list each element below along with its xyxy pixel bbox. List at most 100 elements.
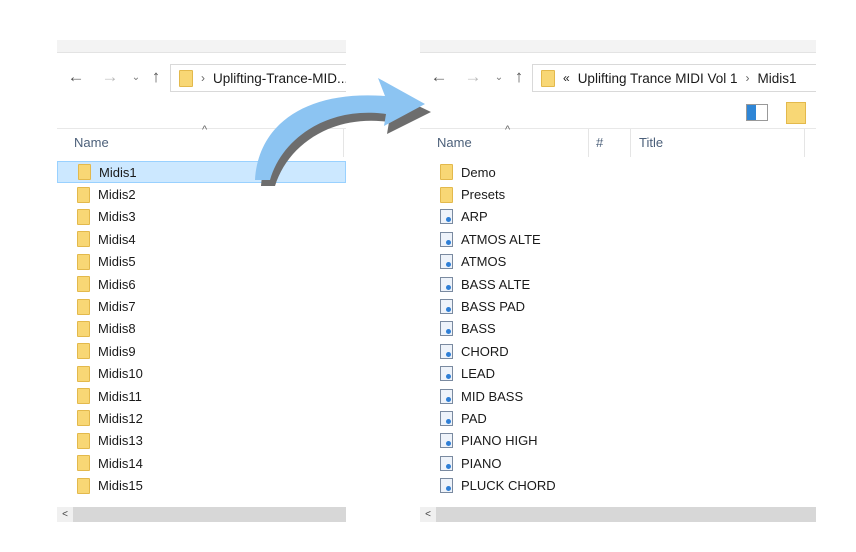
scroll-left-icon[interactable]: < xyxy=(57,507,73,522)
left-explorer-window: ← → ⌄ ↑ › Uplifting-Trance-MID... ^ Name… xyxy=(57,40,346,522)
midi-file-icon xyxy=(440,366,453,382)
list-item[interactable]: ATMOS ALTE xyxy=(420,228,816,250)
list-item[interactable]: Demo xyxy=(420,161,816,183)
up-icon[interactable]: ↑ xyxy=(508,67,530,87)
list-item[interactable]: Midis9 xyxy=(57,340,346,362)
item-label: Midis3 xyxy=(98,209,136,225)
item-label: Midis4 xyxy=(98,231,136,247)
breadcrumb-item[interactable]: Uplifting Trance MIDI Vol 1 xyxy=(578,71,738,86)
list-item[interactable]: ARP xyxy=(420,206,816,228)
list-item[interactable]: Midis3 xyxy=(57,206,346,228)
list-item[interactable]: Midis14 xyxy=(57,452,346,474)
scroll-left-icon[interactable]: < xyxy=(420,507,436,522)
list-item[interactable]: PLUCK CHORD xyxy=(420,474,816,496)
sort-icon: ^ xyxy=(202,124,208,136)
breadcrumb-item[interactable]: Uplifting-Trance-MID... xyxy=(213,71,346,86)
list-item[interactable]: PAD xyxy=(420,407,816,429)
horizontal-scrollbar[interactable]: < xyxy=(420,507,816,522)
right-explorer-window: ← → ⌄ ↑ « Uplifting Trance MIDI Vol 1 › … xyxy=(420,40,816,522)
list-item[interactable]: Midis4 xyxy=(57,228,346,250)
list-item[interactable]: ATMOS xyxy=(420,251,816,273)
midi-file-icon xyxy=(440,478,453,494)
midi-file-icon xyxy=(440,388,453,404)
midi-file-icon xyxy=(440,410,453,426)
midi-file-icon xyxy=(440,276,453,292)
folder-icon xyxy=(77,343,90,360)
list-item[interactable]: BASS ALTE xyxy=(420,273,816,295)
folder-icon xyxy=(179,69,193,87)
list-item[interactable]: Midis11 xyxy=(57,385,346,407)
folder-icon xyxy=(77,365,90,382)
list-item[interactable]: Midis5 xyxy=(57,251,346,273)
ribbon-strip xyxy=(57,40,346,53)
list-item[interactable]: Midis6 xyxy=(57,273,346,295)
recent-locations-icon[interactable]: ⌄ xyxy=(490,72,508,83)
list-item[interactable]: PIANO xyxy=(420,452,816,474)
list-item[interactable]: Midis13 xyxy=(57,430,346,452)
item-label: Midis11 xyxy=(98,388,142,404)
midi-file-icon xyxy=(440,321,453,337)
item-label: PLUCK CHORD xyxy=(461,478,556,494)
item-label: Midis9 xyxy=(98,343,136,359)
up-icon[interactable]: ↑ xyxy=(145,67,167,87)
item-label: Midis5 xyxy=(98,254,136,270)
address-bar[interactable]: › Uplifting-Trance-MID... xyxy=(170,64,346,92)
list-item[interactable]: Midis15 xyxy=(57,474,346,496)
item-label: BASS xyxy=(461,321,496,337)
folder-icon xyxy=(77,253,90,270)
item-label: LEAD xyxy=(461,366,495,382)
list-item[interactable]: Presets xyxy=(420,183,816,205)
back-icon[interactable]: ← xyxy=(65,67,87,87)
list-item[interactable]: LEAD xyxy=(420,363,816,385)
list-item[interactable]: BASS PAD xyxy=(420,295,816,317)
midi-file-icon xyxy=(440,254,453,270)
list-item[interactable]: BASS xyxy=(420,318,816,340)
midi-file-icon xyxy=(440,299,453,315)
list-item[interactable]: Midis12 xyxy=(57,407,346,429)
file-list: Demo Presets ARP ATMOS ALTE ATMOS BASS ALTE BA… xyxy=(420,161,816,497)
list-item[interactable]: Midis8 xyxy=(57,318,346,340)
breadcrumb-item[interactable]: Midis1 xyxy=(758,71,797,86)
list-item[interactable]: Midis1 xyxy=(57,161,346,184)
overflow-chevron[interactable]: « xyxy=(563,71,570,85)
sort-icon: ^ xyxy=(505,124,511,136)
folder-icon xyxy=(77,231,90,248)
item-label: Midis15 xyxy=(98,478,143,494)
item-label: ARP xyxy=(461,209,488,225)
folder-icon xyxy=(77,388,90,405)
forward-icon[interactable]: → xyxy=(462,67,484,87)
forward-icon[interactable]: → xyxy=(99,67,121,87)
details-pane-icon[interactable] xyxy=(786,102,806,124)
list-item[interactable]: Midis7 xyxy=(57,295,346,317)
horizontal-scrollbar[interactable]: < xyxy=(57,507,346,522)
list-item[interactable]: PIANO HIGH xyxy=(420,430,816,452)
midi-file-icon xyxy=(440,455,453,471)
item-label: Midis10 xyxy=(98,366,143,382)
item-label: Midis2 xyxy=(98,187,136,203)
folder-icon xyxy=(77,432,90,449)
back-icon[interactable]: ← xyxy=(428,67,450,87)
folder-icon xyxy=(77,477,90,494)
column-name[interactable]: Name xyxy=(74,135,109,150)
item-label: BASS PAD xyxy=(461,299,526,315)
column-title[interactable]: Title xyxy=(639,135,663,150)
address-bar[interactable]: « Uplifting Trance MIDI Vol 1 › Midis1 xyxy=(532,64,816,92)
list-item[interactable]: CHORD xyxy=(420,340,816,362)
folder-icon xyxy=(77,208,90,225)
recent-locations-icon[interactable]: ⌄ xyxy=(127,72,145,83)
item-label: Midis7 xyxy=(98,299,136,315)
list-item[interactable]: MID BASS xyxy=(420,385,816,407)
column-name[interactable]: Name xyxy=(437,135,472,150)
list-item[interactable]: Midis10 xyxy=(57,363,346,385)
preview-pane-icon[interactable] xyxy=(746,104,768,121)
item-label: Midis12 xyxy=(98,410,143,426)
folder-icon xyxy=(77,186,90,203)
folder-icon xyxy=(77,320,90,337)
column-number[interactable]: # xyxy=(596,135,603,150)
folder-icon xyxy=(77,276,90,293)
item-label: Midis6 xyxy=(98,276,136,292)
list-item[interactable]: Midis2 xyxy=(57,183,346,205)
item-label: Demo xyxy=(461,164,496,180)
navigation-bar: ← → ⌄ ↑ › Uplifting-Trance-MID... xyxy=(57,62,346,92)
item-label: BASS ALTE xyxy=(461,276,531,292)
